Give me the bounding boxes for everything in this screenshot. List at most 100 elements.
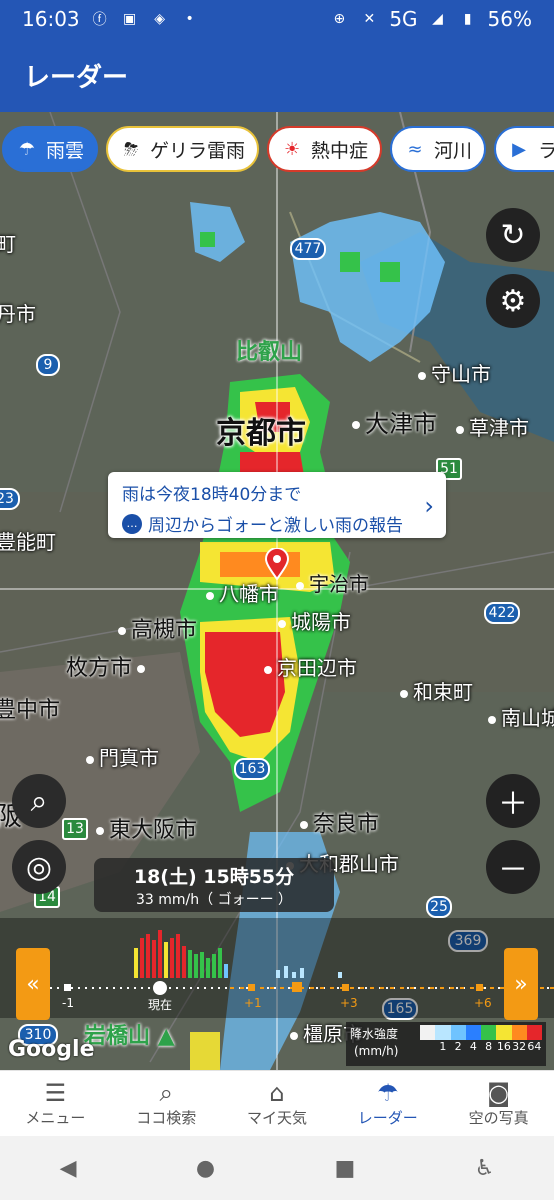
minus-icon: － <box>498 853 528 888</box>
chip-heatstroke[interactable]: ☀ 熱中症 <box>267 126 383 172</box>
radar-map[interactable]: ☂ 雨雲 ⛈ ゲリラ雷雨 ☀ 熱中症 ≈ 河川 ▶ ライブ ↻ ⚙ 477 9 … <box>0 112 554 1070</box>
signal-icon: ◢ <box>432 11 443 27</box>
rain-cloud-icon: ☂ <box>18 138 36 160</box>
precipitation-bar <box>140 938 144 978</box>
legend-value: 2 <box>454 1040 462 1053</box>
chip-rain-cloud[interactable]: ☂ 雨雲 <box>2 126 99 172</box>
route-badge: 9 <box>36 354 60 376</box>
map-label: 高槻市 <box>118 612 197 644</box>
accessibility-icon[interactable]: ♿ <box>475 1156 495 1181</box>
legend-swatch <box>496 1025 512 1040</box>
legend-value: 8 <box>485 1040 493 1053</box>
map-label: 町 <box>0 232 16 256</box>
cube-icon: ◈ <box>154 11 166 27</box>
rain-info-callout[interactable]: 雨は今夜18時40分まで … 周辺からゴォーと激しい雨の報告 › <box>108 472 446 538</box>
timeline-tick: 現在 <box>148 998 173 1012</box>
camera-icon: ◙ <box>486 1079 511 1107</box>
map-label: 豊中市 <box>0 698 61 723</box>
timeline-tick: +1 <box>244 996 262 1010</box>
precipitation-bar <box>158 930 162 978</box>
chat-bubble-icon: … <box>122 513 142 534</box>
legend-swatch <box>481 1025 497 1040</box>
refresh-icon: ↻ <box>500 217 526 253</box>
time-slider[interactable]: -1 現在 +1 +3 +6 « » <box>0 918 554 1020</box>
current-intensity: 33 mm/h（ ゴォーー ） <box>135 892 293 908</box>
precipitation-bar <box>176 934 180 978</box>
precipitation-bar <box>182 946 186 978</box>
map-label: 草津市 <box>456 412 529 441</box>
legend-swatch <box>435 1025 451 1040</box>
search-location-button[interactable]: ⌕ <box>12 774 66 828</box>
mute-icon: ✕ <box>363 11 376 27</box>
precipitation-bar <box>300 968 304 978</box>
timeline-tick: +6 <box>474 996 492 1010</box>
back-icon[interactable]: ◀ <box>60 1156 77 1181</box>
precipitation-bar <box>224 964 228 978</box>
battery-icon: ▮ <box>463 11 472 27</box>
chip-river[interactable]: ≈ 河川 <box>390 126 487 172</box>
route-badge: 13 <box>62 818 88 840</box>
dot-icon: • <box>185 11 194 27</box>
rewind-icon: « <box>26 971 40 997</box>
map-label: 比叡山 <box>236 340 303 365</box>
route-badge: 422 <box>484 602 520 624</box>
map-label: 南山城 <box>488 702 554 731</box>
refresh-button[interactable]: ↻ <box>486 208 540 262</box>
precipitation-bars <box>50 930 554 995</box>
sun-icon: ☀ <box>283 138 301 160</box>
home-icon[interactable]: ● <box>196 1156 215 1181</box>
precipitation-bar <box>134 948 138 978</box>
legend-swatch <box>511 1025 527 1040</box>
battery-level: 56% <box>487 7 532 31</box>
facebook-icon: ⓕ <box>92 12 107 28</box>
chip-live[interactable]: ▶ ライブ <box>494 126 554 172</box>
map-label: 宇治市 <box>296 568 369 597</box>
current-location-button[interactable]: ◎ <box>12 840 66 894</box>
route-badge: 477 <box>290 238 326 260</box>
precipitation-bar <box>218 948 222 978</box>
precipitation-legend: 降水強度 (mm/h) 1 2 4 8 16 32 64 <box>346 1022 546 1066</box>
home-icon: ⌂ <box>269 1079 285 1107</box>
map-label: 豊能町 <box>0 530 56 554</box>
nav-my-weather[interactable]: ⌂ マイ天気 <box>222 1071 333 1136</box>
status-time: 16:03 <box>22 7 80 31</box>
legend-value: 4 <box>469 1040 477 1053</box>
route-badge: 23 <box>0 488 20 510</box>
nav-menu[interactable]: ☰ メニュー <box>0 1071 111 1136</box>
fast-forward-icon: » <box>514 971 528 997</box>
nav-radar[interactable]: ☂ レーダー <box>332 1071 443 1136</box>
timeline-tick: +3 <box>340 996 358 1010</box>
settings-button[interactable]: ⚙ <box>486 274 540 328</box>
timeline-forward-button[interactable]: » <box>504 948 538 1020</box>
zoom-out-button[interactable]: － <box>486 840 540 894</box>
recents-icon[interactable]: ■ <box>334 1156 355 1181</box>
legend-swatch <box>420 1025 436 1040</box>
precipitation-bar <box>212 954 216 978</box>
legend-swatches <box>420 1025 542 1040</box>
video-camera-icon: ▶ <box>512 138 526 160</box>
menu-icon: ☰ <box>44 1079 67 1107</box>
nav-sky-photo[interactable]: ◙ 空の写真 <box>443 1071 554 1136</box>
route-badge: 25 <box>426 896 452 918</box>
chip-guerrilla-storm[interactable]: ⛈ ゲリラ雷雨 <box>106 126 260 172</box>
map-label: 大津市 <box>352 404 437 439</box>
precipitation-bar <box>338 972 342 978</box>
map-label-kyoto: 京都市 <box>216 416 306 451</box>
nav-search[interactable]: ⌕ ココ検索 <box>111 1071 222 1136</box>
map-label: 守山市 <box>418 358 491 387</box>
rain-report-text: 周辺からゴォーと激しい雨の報告 <box>148 516 403 536</box>
system-nav-bar: ◀ ● ■ ♿ <box>0 1136 554 1200</box>
map-label: 東大阪市 <box>96 812 197 844</box>
network-type: 5G <box>389 7 418 31</box>
thunder-cloud-icon: ⛈ <box>123 138 139 160</box>
zoom-in-button[interactable]: ＋ <box>486 774 540 828</box>
precipitation-bar <box>146 934 150 978</box>
precipitation-bar <box>152 940 156 978</box>
precipitation-bar <box>206 958 210 978</box>
google-logo: Google <box>8 1037 95 1062</box>
timeline-back-button[interactable]: « <box>16 948 50 1020</box>
location-pin-icon <box>264 547 290 581</box>
precipitation-bar <box>200 952 204 978</box>
search-icon: ⌕ <box>159 1079 173 1107</box>
legend-value: 16 <box>496 1040 511 1053</box>
